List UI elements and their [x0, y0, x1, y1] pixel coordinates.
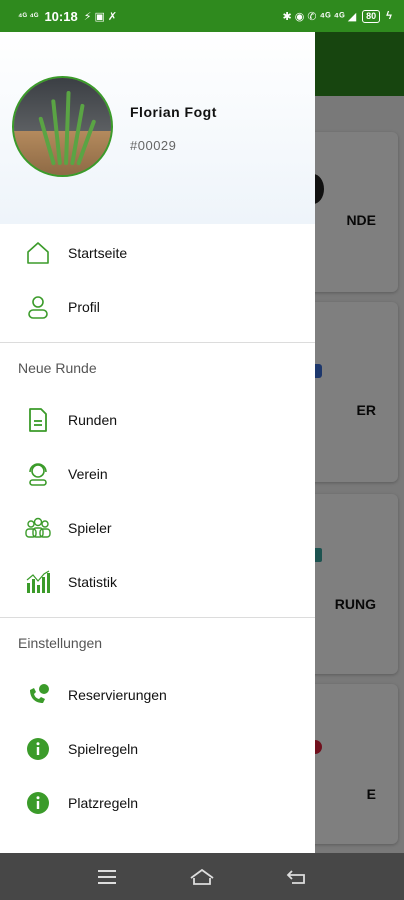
drawer-header: Florian Fogt #00029 [0, 32, 315, 224]
status-bar: ⁴ᴳ ⁴ᴳ 10:18 ⚡ ▣ ✗ ✱ ◉ ✆ ⁴ᴳ ⁴ᴳ ◢ 80 ϟ [0, 0, 404, 32]
menu-item-label: Startseite [68, 245, 128, 261]
document-icon [24, 406, 52, 434]
menu-item-verein[interactable]: Verein [0, 447, 315, 501]
home-outline-icon[interactable] [185, 860, 219, 894]
group-icon [24, 514, 52, 542]
menu-item-label: Reservierungen [68, 687, 167, 703]
section-title-einstellungen: Einstellungen [18, 635, 103, 651]
menu-item-label: Verein [68, 466, 108, 482]
menu-item-reservierungen[interactable]: Reservierungen [0, 668, 315, 722]
menu-item-platzregeln[interactable]: Platzregeln [0, 776, 315, 830]
home-icon [24, 239, 52, 267]
menu-item-label: Statistik [68, 574, 118, 590]
phone-icon [24, 681, 52, 709]
status-time: 10:18 [44, 8, 78, 24]
user-name: Florian Fogt [130, 104, 217, 120]
navigation-drawer: Florian Fogt #00029 Startseite Profil Ne… [0, 32, 315, 853]
charging-icon: ϟ [386, 10, 392, 22]
menu-item-runden[interactable]: Runden [0, 393, 315, 447]
menu-item-spielregeln[interactable]: Spielregeln [0, 722, 315, 776]
menu-item-startseite[interactable]: Startseite [0, 226, 315, 280]
menu-item-label: Spielregeln [68, 741, 139, 757]
section-title-neue-runde: Neue Runde [18, 360, 97, 376]
bar-chart-icon [24, 568, 52, 596]
menu-item-label: Spieler [68, 520, 112, 536]
notification-icons: ⚡ ▣ ✗ [83, 10, 118, 23]
avatar[interactable] [12, 76, 113, 177]
battery-icon: 80 [362, 9, 381, 23]
user-id: #00029 [130, 138, 177, 153]
system-nav-bar [0, 853, 404, 900]
menu-item-spieler[interactable]: Spieler [0, 501, 315, 555]
system-icons: ✱ ◉ ✆ ⁴ᴳ ⁴ᴳ ◢ [282, 10, 357, 23]
info-icon [24, 735, 52, 763]
menu-item-label: Platzregeln [68, 795, 139, 811]
menu-item-label: Profil [68, 299, 100, 315]
menu-item-statistik[interactable]: Statistik [0, 555, 315, 609]
network-indicator: ⁴ᴳ ⁴ᴳ [18, 11, 39, 21]
menu-item-label: Runden [68, 412, 118, 428]
back-icon[interactable] [280, 860, 314, 894]
info-icon [24, 789, 52, 817]
menu-item-profil[interactable]: Profil [0, 280, 315, 334]
person-icon [24, 293, 52, 321]
support-agent-icon [24, 460, 52, 488]
drawer-menu: Startseite Profil Neue Runde Runden Vere… [0, 224, 315, 830]
menu-icon[interactable] [90, 860, 124, 894]
